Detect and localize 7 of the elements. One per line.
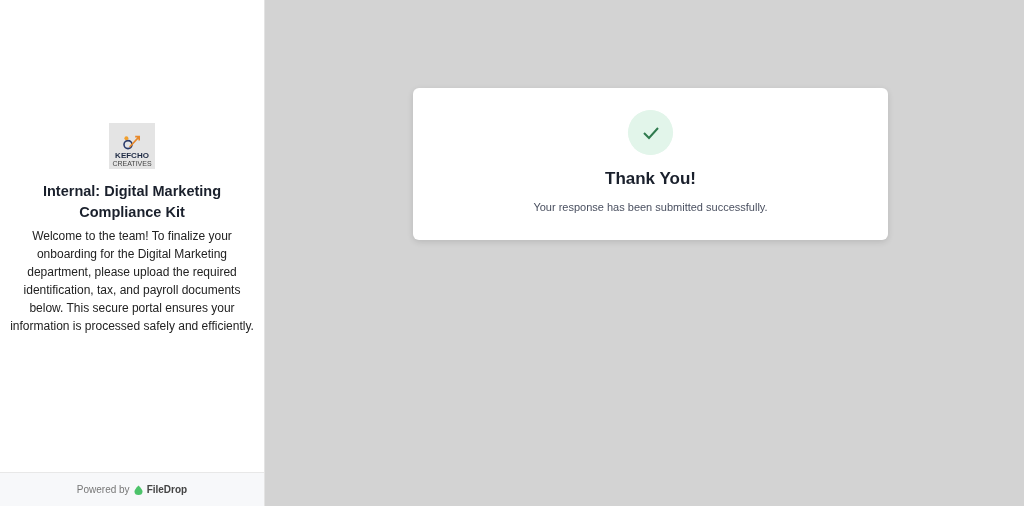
leaf-icon: [133, 484, 143, 495]
success-message: Your response has been submitted successfully.: [533, 201, 768, 213]
powered-by-label: Powered by: [76, 484, 130, 495]
form-title: Internal: Digital Marketing Compliance Kit: [41, 182, 223, 222]
brand-link[interactable]: FileDrop: [146, 484, 188, 495]
thank-you-heading: Thank You!: [605, 169, 696, 189]
form-description: Welcome to the team! To finalize your onboarding for the Digital Marketing department, please upload the required identification, tax, and payroll documents below. This secure portal ensures your information is processed safely and efficiently.: [9, 228, 255, 335]
